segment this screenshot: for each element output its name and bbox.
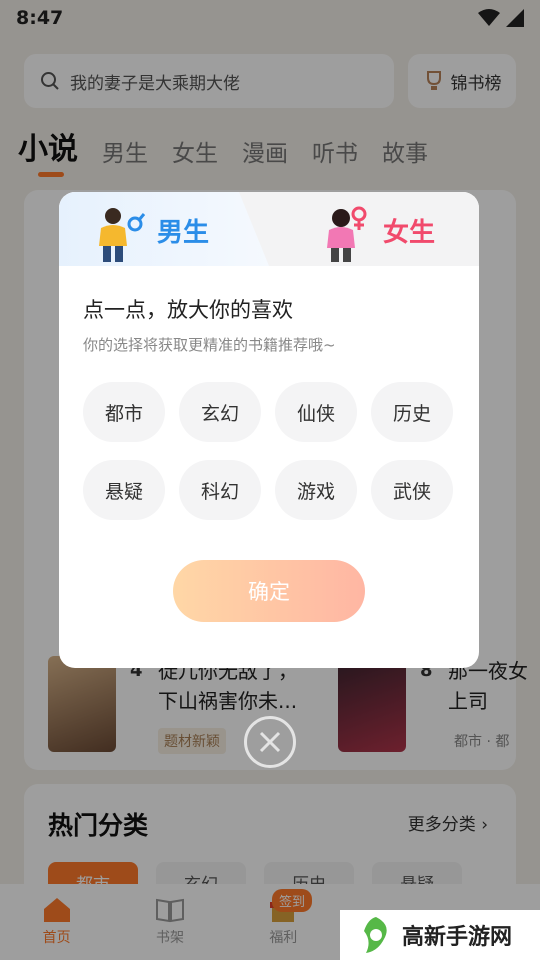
preference-dialog: 男生 女生 点一点，放大你的喜欢 你的选择将获取更精准的书籍推荐哦~ 都市 玄幻… (59, 192, 479, 668)
confirm-button[interactable]: 确定 (173, 560, 365, 622)
gender-tabs: 男生 女生 (59, 192, 479, 266)
watermark-logo-icon (364, 917, 387, 953)
close-icon (259, 731, 281, 753)
genre-chip-youxi[interactable]: 游戏 (275, 460, 357, 520)
genre-chip-wuxia[interactable]: 武侠 (371, 460, 453, 520)
male-tab-label: 男生 (157, 218, 210, 248)
genre-chip-xianxia[interactable]: 仙侠 (275, 382, 357, 442)
watermark-text: 高新手游网 (402, 925, 513, 950)
genre-chip-lishi[interactable]: 历史 (371, 382, 453, 442)
site-watermark: 高新手游网 (340, 910, 540, 960)
genre-chip-xuanyi[interactable]: 悬疑 (83, 460, 165, 520)
female-figure-icon (327, 206, 367, 262)
dialog-title: 点一点，放大你的喜欢 (83, 298, 293, 322)
dialog-subtitle: 你的选择将获取更精准的书籍推荐哦~ (83, 336, 336, 354)
genre-chip-kehuan[interactable]: 科幻 (179, 460, 261, 520)
male-figure-icon (99, 208, 145, 262)
genre-chip-dushi[interactable]: 都市 (83, 382, 165, 442)
female-tab-label[interactable]: 女生 (383, 212, 435, 249)
close-dialog-button[interactable] (244, 716, 296, 768)
genre-options: 都市 玄幻 仙侠 历史 悬疑 科幻 游戏 武侠 (83, 382, 455, 520)
genre-chip-xuanhuan[interactable]: 玄幻 (179, 382, 261, 442)
